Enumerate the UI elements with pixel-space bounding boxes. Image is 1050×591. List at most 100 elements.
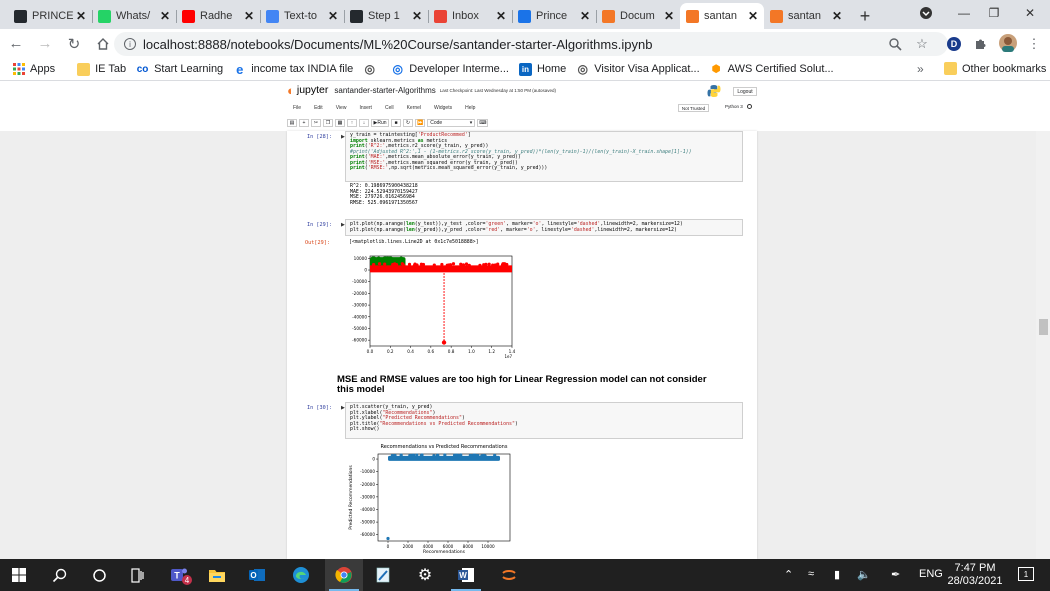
- command-palette-icon[interactable]: ⌨: [477, 118, 489, 127]
- teams-icon[interactable]: T 4: [160, 559, 198, 591]
- menu-file[interactable]: File: [293, 105, 301, 111]
- cell-30-code[interactable]: plt.scatter(y_train, y_pred) plt.xlabel("…: [350, 404, 518, 433]
- cell-type-select[interactable]: Code ▾: [427, 118, 476, 127]
- chrome-menu-icon[interactable]: ⋮: [1026, 36, 1042, 52]
- url-input[interactable]: i localhost:8888/notebooks/Documents/ML%…: [114, 32, 948, 56]
- cell-29-code[interactable]: plt.plot(np.arange(len(y_test)),y_test ,…: [350, 221, 683, 233]
- bookmark-item[interactable]: e income tax INDIA file: [233, 62, 353, 77]
- info-icon[interactable]: i: [124, 38, 136, 50]
- paste-icon[interactable]: ▦: [335, 118, 345, 127]
- cut-icon[interactable]: ✂: [311, 118, 321, 127]
- wifi-icon[interactable]: ≈: [808, 568, 814, 580]
- volume-icon[interactable]: 🔈: [857, 568, 871, 581]
- new-tab-button[interactable]: +: [852, 3, 878, 29]
- bookmark-item[interactable]: IE Tab: [77, 62, 126, 76]
- cortana-icon[interactable]: [80, 559, 118, 591]
- aws-icon: ⬢: [711, 63, 721, 75]
- logout-button[interactable]: Logout: [733, 87, 757, 96]
- bookmark-item[interactable]: ◎: [363, 62, 381, 76]
- language-indicator[interactable]: ENG: [919, 568, 943, 580]
- trusted-indicator[interactable]: Not Trusted: [678, 104, 709, 112]
- back-button[interactable]: ←: [3, 31, 29, 57]
- browser-tab[interactable]: Whats/ ✕: [92, 3, 176, 29]
- insert-cell-icon[interactable]: +: [299, 118, 309, 127]
- move-down-icon[interactable]: ↓: [359, 118, 369, 127]
- scrollbar-thumb[interactable]: [1039, 319, 1048, 335]
- menu-cell[interactable]: Cell: [385, 105, 394, 111]
- browser-tab[interactable]: santan ✕: [680, 3, 764, 29]
- bookmark-item[interactable]: in Home: [518, 62, 566, 76]
- close-tab-icon[interactable]: ✕: [412, 9, 422, 23]
- save-icon[interactable]: ▤: [287, 118, 297, 127]
- bookmark-item[interactable]: ⬢ AWS Certified Solut...: [710, 63, 834, 76]
- reload-button[interactable]: ↻: [61, 31, 87, 57]
- file-explorer-icon[interactable]: [198, 559, 236, 591]
- jupyter-icon[interactable]: [490, 559, 528, 591]
- page-scrollbar[interactable]: [1036, 131, 1050, 559]
- notifications-icon[interactable]: 1: [1018, 567, 1034, 581]
- close-tab-icon[interactable]: ✕: [496, 9, 506, 23]
- battery-icon[interactable]: ▮: [834, 568, 840, 581]
- markdown-cell[interactable]: MSE and RMSE values are too high for Lin…: [337, 375, 717, 395]
- close-tab-icon[interactable]: ✕: [832, 9, 842, 23]
- task-view-icon[interactable]: [118, 559, 156, 591]
- windows-start-icon[interactable]: [0, 559, 38, 591]
- restart-icon[interactable]: ↻: [403, 118, 413, 127]
- close-tab-icon[interactable]: ✕: [76, 9, 86, 23]
- move-up-icon[interactable]: ↑: [347, 118, 357, 127]
- close-tab-icon[interactable]: ✕: [244, 9, 254, 23]
- more-bookmarks-button[interactable]: »: [917, 62, 924, 76]
- browser-tab[interactable]: Docum ✕: [596, 3, 680, 29]
- browser-tab[interactable]: Inbox ✕: [428, 3, 512, 29]
- close-tab-icon[interactable]: ✕: [664, 9, 674, 23]
- close-window-button[interactable]: ✕: [1007, 0, 1050, 26]
- run-button[interactable]: ▶ Run: [371, 118, 389, 127]
- show-hidden-icons-icon[interactable]: ⌃: [784, 568, 793, 581]
- forward-button[interactable]: →: [32, 31, 58, 57]
- word-icon[interactable]: W: [447, 559, 485, 591]
- browser-tab[interactable]: Prince ✕: [512, 3, 596, 29]
- bookmark-item[interactable]: Apps: [12, 63, 55, 76]
- edge-icon[interactable]: [282, 559, 320, 591]
- notebook-name[interactable]: santander-starter-Algorithms: [334, 86, 435, 95]
- close-tab-icon[interactable]: ✕: [160, 9, 170, 23]
- bookmark-item[interactable]: ◎ Visitor Visa Applicat...: [576, 62, 700, 76]
- settings-icon[interactable]: ⚙: [406, 559, 444, 591]
- menu-insert[interactable]: Insert: [359, 105, 372, 111]
- extensions-puzzle-icon[interactable]: [972, 36, 988, 52]
- menu-edit[interactable]: Edit: [314, 105, 323, 111]
- system-clock[interactable]: 7:47 PM 28/03/2021: [944, 562, 1006, 588]
- interrupt-icon[interactable]: ■: [391, 118, 401, 127]
- chrome-icon[interactable]: [325, 559, 363, 591]
- close-tab-icon[interactable]: ✕: [580, 9, 590, 23]
- bookmark-star-icon[interactable]: ☆: [914, 36, 930, 52]
- notepad-icon[interactable]: [364, 559, 402, 591]
- jupyter-logo-icon[interactable]: ◐: [287, 83, 295, 98]
- extension-d-icon[interactable]: D: [946, 36, 962, 52]
- bookmark-item[interactable]: co Start Learning: [136, 63, 223, 76]
- menu-kernel[interactable]: Kernel: [407, 105, 421, 111]
- zoom-icon[interactable]: [887, 36, 903, 52]
- cell-28-code[interactable]: y_train = traintesting['ProductRecommed'…: [350, 132, 692, 172]
- menu-view[interactable]: View: [336, 105, 347, 111]
- browser-tab[interactable]: PRINCE ✕: [8, 3, 92, 29]
- close-tab-icon[interactable]: ✕: [748, 9, 758, 23]
- copy-icon[interactable]: ❐: [323, 118, 333, 127]
- browser-tab[interactable]: santan ✕: [764, 3, 848, 29]
- scatter-point: [493, 453, 497, 457]
- red-series-point: [391, 262, 395, 267]
- close-tab-icon[interactable]: ✕: [328, 9, 338, 23]
- restart-run-all-icon[interactable]: ⏩: [415, 118, 426, 127]
- menu-help[interactable]: Help: [465, 105, 475, 111]
- browser-tab[interactable]: Radhe ✕: [176, 3, 260, 29]
- bookmark-item[interactable]: ◎ Developer Interme...: [391, 62, 509, 76]
- browser-tab[interactable]: Text-to ✕: [260, 3, 344, 29]
- search-icon[interactable]: [40, 559, 78, 591]
- other-bookmarks[interactable]: Other bookmarks: [944, 62, 1046, 75]
- home-button[interactable]: [90, 31, 116, 57]
- outlook-icon[interactable]: O: [238, 559, 276, 591]
- browser-tab[interactable]: Step 1 ✕: [344, 3, 428, 29]
- pen-icon[interactable]: ✒: [891, 568, 900, 581]
- menu-widgets[interactable]: Widgets: [434, 105, 452, 111]
- profile-avatar[interactable]: [999, 34, 1017, 52]
